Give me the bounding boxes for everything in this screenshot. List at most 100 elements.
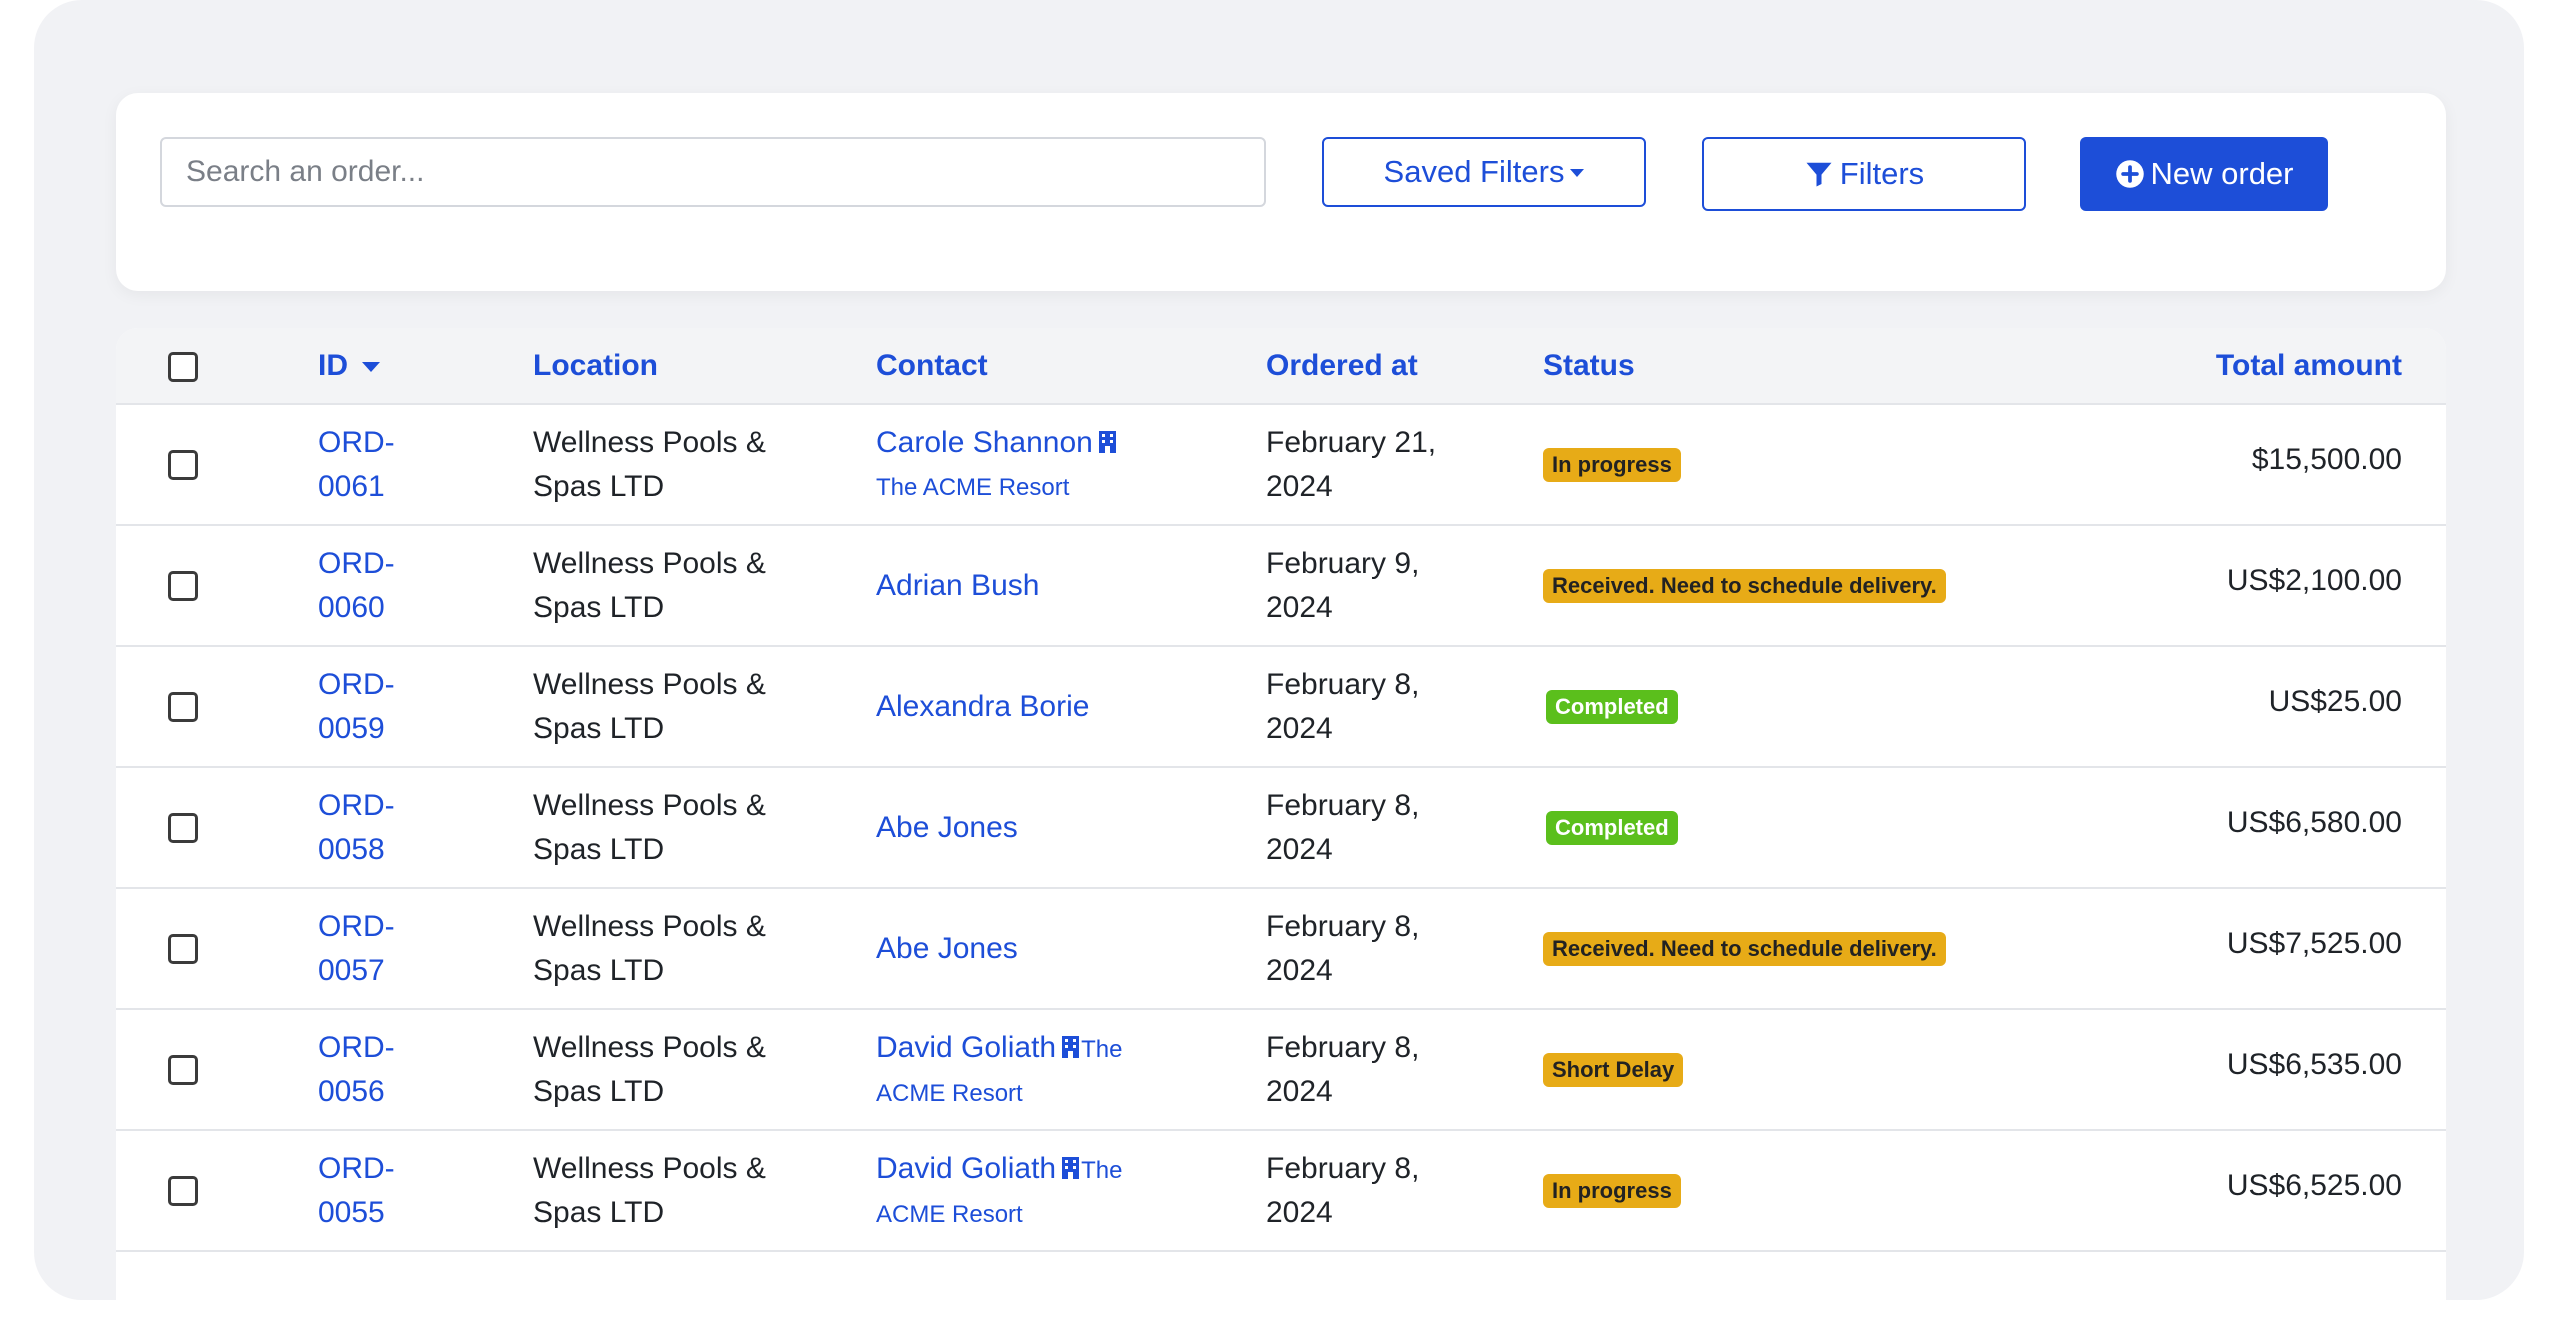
location-line-2: Spas LTD [533,833,665,866]
order-id-link[interactable]: ORD- 0061 [318,421,395,509]
location-cell: Wellness Pools & Spas LTD [533,663,766,751]
ordered-at-line-1: February 9, [1266,547,1420,580]
status-badge: Received. Need to schedule delivery. [1543,569,1946,603]
company-link[interactable]: The [1081,1036,1122,1063]
location-line-1: Wellness Pools & [533,668,766,701]
total-amount: US$6,580.00 [2226,806,2402,839]
total-amount: $15,500.00 [2251,443,2402,476]
ordered-at-line-2: 2024 [1266,954,1333,987]
table-row[interactable]: ORD- 0055 Wellness Pools & Spas LTD David Go… [116,1131,2446,1252]
building-icon [1062,1148,1080,1192]
table-row[interactable]: ORD- 0056 Wellness Pools & Spas LTD David Go… [116,1010,2446,1131]
contact-link[interactable]: Abe Jones [876,811,1018,844]
total-amount: US$6,525.00 [2226,1169,2402,1202]
location-cell: Wellness Pools & Spas LTD [533,784,766,872]
location-cell: Wellness Pools & Spas LTD [533,542,766,630]
new-order-label: New order [2150,156,2294,191]
status-badge: Received. Need to schedule delivery. [1543,932,1946,966]
table-row[interactable]: ORD- 0057 Wellness Pools & Spas LTD Abe Jone… [116,889,2446,1010]
order-id-link[interactable]: ORD- 0057 [318,905,395,993]
location-cell: Wellness Pools & Spas LTD [533,421,766,509]
plus-circle-icon [2115,159,2145,189]
ordered-at-cell: February 8, 2024 [1266,1026,1419,1114]
location-line-1: Wellness Pools & [533,910,766,943]
total-amount: US$25.00 [2268,685,2402,718]
column-header-total: Total amount [2215,349,2402,382]
row-checkbox[interactable] [168,692,198,722]
saved-filters-button[interactable]: Saved Filters [1322,137,1646,207]
location-cell: Wellness Pools & Spas LTD [533,1147,766,1235]
order-id-link[interactable]: ORD- 0056 [318,1026,395,1114]
order-id-number: 0060 [318,591,385,624]
contact-link[interactable]: Abe Jones [876,932,1018,965]
order-id-number: 0057 [318,954,385,987]
ordered-at-line-2: 2024 [1266,591,1333,624]
location-line-2: Spas LTD [533,1075,665,1108]
order-id-prefix: ORD- [318,1152,395,1185]
location-line-1: Wellness Pools & [533,1152,766,1185]
company-link[interactable]: The ACME Resort [876,466,1176,510]
contact-link[interactable]: Alexandra Borie [876,690,1089,723]
ordered-at-line-1: February 21, [1266,426,1437,459]
funnel-icon [1804,159,1834,189]
location-line-2: Spas LTD [533,470,665,503]
ordered-at-cell: February 9, 2024 [1266,542,1419,630]
contact-link[interactable]: David Goliath [876,1031,1056,1064]
location-cell: Wellness Pools & Spas LTD [533,905,766,993]
select-all-checkbox[interactable] [168,352,198,382]
status-badge: Completed [1546,690,1678,724]
ordered-at-line-1: February 8, [1266,1031,1420,1064]
contact-link[interactable]: Adrian Bush [876,569,1039,602]
total-amount: US$7,525.00 [2226,927,2402,960]
column-header-ordered-at: Ordered at [1266,349,1418,382]
table-row[interactable]: ORD- 0058 Wellness Pools & Spas LTD Abe Jone… [116,768,2446,889]
order-id-prefix: ORD- [318,1031,395,1064]
location-line-2: Spas LTD [533,1196,665,1229]
order-id-number: 0056 [318,1075,385,1108]
ordered-at-cell: February 8, 2024 [1266,905,1419,993]
ordered-at-line-2: 2024 [1266,1196,1333,1229]
ordered-at-cell: February 8, 2024 [1266,784,1419,872]
search-input[interactable] [160,137,1266,207]
status-badge: In progress [1543,1174,1681,1208]
ordered-at-line-2: 2024 [1266,833,1333,866]
order-id-number: 0055 [318,1196,385,1229]
order-id-link[interactable]: ORD- 0058 [318,784,395,872]
caret-down-icon [1570,169,1585,177]
filters-label: Filters [1839,156,1925,191]
ordered-at-cell: February 21, 2024 [1266,421,1436,509]
location-line-1: Wellness Pools & [533,426,766,459]
table-row[interactable]: ORD- 0059 Wellness Pools & Spas LTD Alexandr… [116,647,2446,768]
ordered-at-line-2: 2024 [1266,470,1333,503]
row-checkbox[interactable] [168,934,198,964]
total-amount: US$2,100.00 [2226,564,2402,597]
company-link-continued[interactable]: ACME Resort [876,1193,1176,1237]
row-checkbox[interactable] [168,1055,198,1085]
ordered-at-line-2: 2024 [1266,1075,1333,1108]
total-amount: US$6,535.00 [2226,1048,2402,1081]
contact-link[interactable]: Carole Shannon [876,426,1093,459]
filters-button[interactable]: Filters [1702,137,2026,211]
sort-desc-icon [362,362,380,373]
row-checkbox[interactable] [168,571,198,601]
table-header: ID Location Contact Ordered at Status To… [116,328,2446,405]
order-id-prefix: ORD- [318,547,395,580]
table-row[interactable]: ORD- 0061 Wellness Pools & Spas LTD Carole S… [116,405,2446,526]
new-order-button[interactable]: New order [2080,137,2328,211]
company-link-continued[interactable]: ACME Resort [876,1072,1176,1116]
ordered-at-cell: February 8, 2024 [1266,1147,1419,1235]
order-id-link[interactable]: ORD- 0055 [318,1147,395,1235]
column-header-id[interactable]: ID [318,328,380,403]
row-checkbox[interactable] [168,450,198,480]
order-id-link[interactable]: ORD- 0059 [318,663,395,751]
company-link[interactable]: The [1081,1157,1122,1184]
toolbar-card: Saved Filters Filters New order [116,93,2446,291]
order-id-number: 0061 [318,470,385,503]
table-row[interactable]: ORD- 0060 Wellness Pools & Spas LTD Adrian B… [116,526,2446,647]
location-line-2: Spas LTD [533,954,665,987]
order-id-link[interactable]: ORD- 0060 [318,542,395,630]
row-checkbox[interactable] [168,1176,198,1206]
contact-link[interactable]: David Goliath [876,1152,1056,1185]
row-checkbox[interactable] [168,813,198,843]
ordered-at-line-1: February 8, [1266,668,1420,701]
